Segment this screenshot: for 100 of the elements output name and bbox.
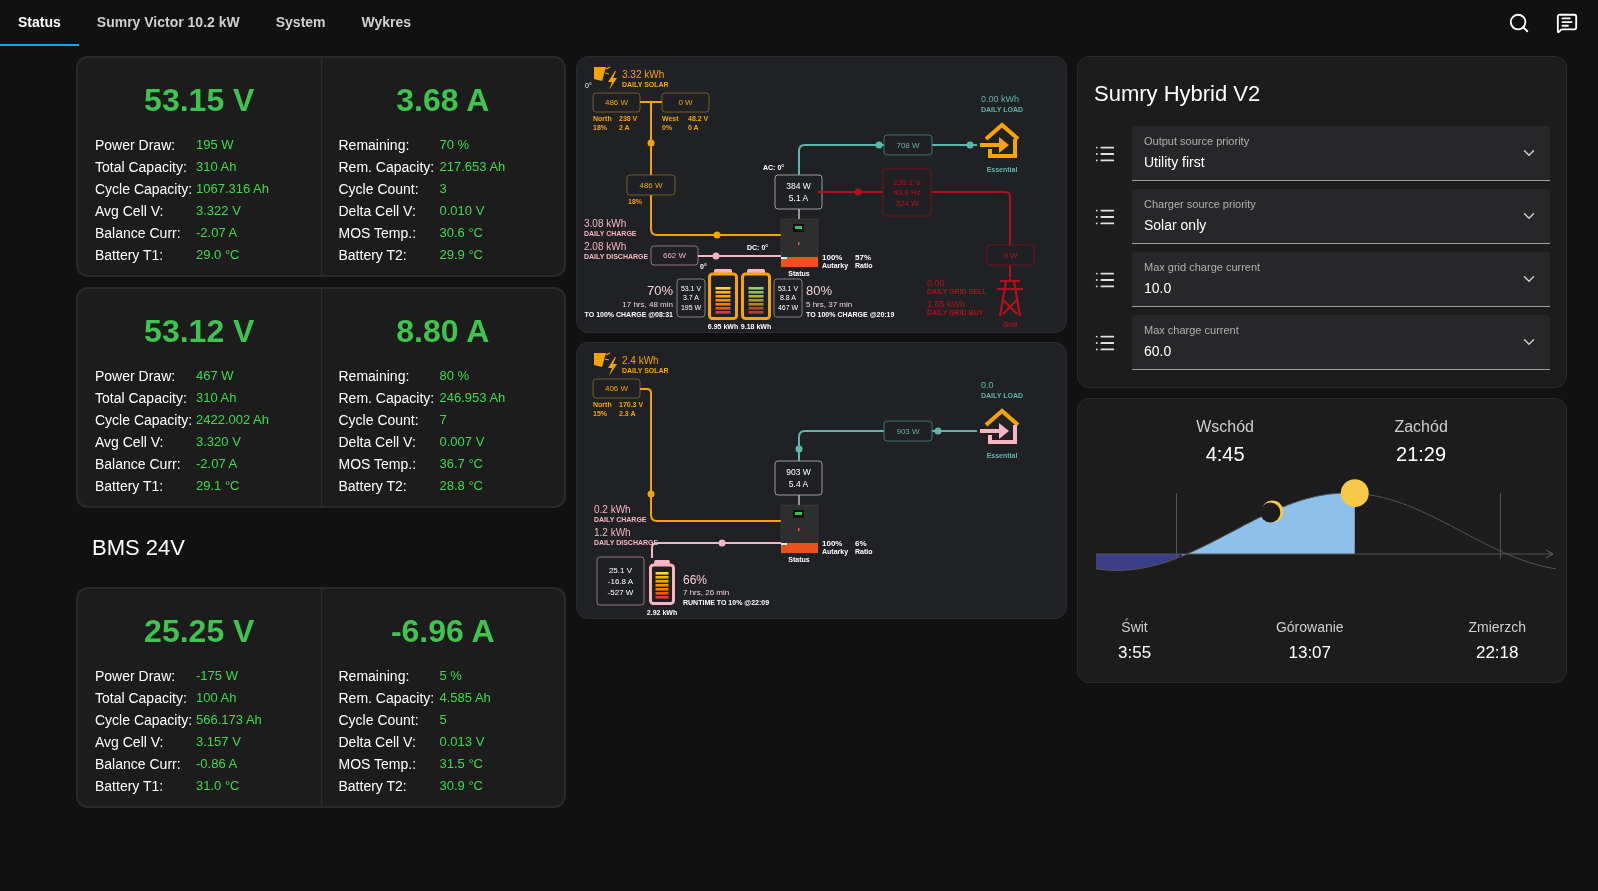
field-value: 30.6 °C (439, 224, 484, 242)
field-value: 3 (439, 180, 448, 198)
field-label: Delta Cell V: (338, 733, 417, 752)
tab[interactable]: Wykres (343, 0, 430, 46)
tab[interactable]: System (257, 0, 344, 46)
select-value: Utility first (1144, 152, 1206, 172)
battery-time: 7 hrs, 26 min (683, 588, 730, 597)
flow-line (798, 208, 800, 220)
field-value: 29.1 °C (196, 477, 241, 495)
solar-total-readout: 486 W (626, 174, 676, 196)
flow-line (817, 191, 884, 193)
sun-event-time: 21:29 (1396, 442, 1447, 467)
field-label: Cycle Count: (338, 711, 420, 730)
tab[interactable]: Status (0, 0, 79, 46)
reading-value: -6.96 A (389, 612, 496, 651)
field-label: Balance Curr: (95, 224, 182, 243)
grid-sell-value: 0.00 (927, 278, 945, 288)
field-value: 30.9 °C (439, 777, 484, 795)
field-label: Rem. Capacity: (338, 389, 436, 408)
sun-event-time: 4:45 (1205, 442, 1245, 467)
field-label: Battery T1: (95, 246, 165, 265)
field-label: MOS Temp.: (338, 224, 418, 243)
field-label: Cycle Count: (338, 411, 420, 430)
field-label: Cycle Capacity: (95, 411, 194, 430)
field-value: 0.013 V (439, 733, 486, 751)
field-value: 100 Ah (196, 689, 238, 707)
solar-power-readout: 406 W (592, 378, 641, 399)
battery-time: 17 hrs, 48 min (622, 300, 673, 309)
field-label: Cycle Capacity: (95, 180, 194, 199)
field-value: 310 Ah (196, 158, 238, 176)
daily-solar-value: 3.32 kWh (622, 69, 665, 80)
field-label: Delta Cell V: (338, 202, 417, 221)
autarky-value: 100% (822, 253, 843, 262)
battery-soc: 70% (646, 283, 673, 298)
field-value: 70 % (439, 136, 471, 154)
sun-event-time: 13:07 (1288, 642, 1332, 664)
select-field[interactable]: Output source priority Utility first (1132, 126, 1550, 181)
inverter-readout: 903 W 5.4 A (774, 460, 823, 496)
battery-power-readout: 662 W (650, 245, 699, 266)
field-label: Remaining: (338, 367, 411, 386)
field-label: Balance Curr: (95, 455, 182, 474)
solar-power-readout: 486 W (592, 92, 641, 113)
reading-value: 3.68 A (395, 81, 491, 120)
field-value: 467 W (196, 367, 235, 385)
select-value: 60.0 (1144, 341, 1173, 361)
flow-dot (647, 490, 655, 498)
field-value: 1067.316 Ah (196, 180, 271, 198)
solar-power-readout: 0 W (661, 92, 710, 113)
field-value: 3.322 V (196, 202, 242, 220)
field-label: Balance Curr: (95, 755, 182, 774)
tab[interactable]: Sumry Victor 10.2 kW (78, 0, 258, 46)
field-label: Battery T1: (95, 477, 165, 496)
field-label: Power Draw: (95, 367, 177, 386)
house-icon (980, 122, 1020, 158)
load-power-readout: 708 W (883, 134, 933, 156)
field-value: 3.157 V (196, 733, 242, 751)
flow-dot (718, 539, 726, 547)
select-label: Max grid charge current (1144, 260, 1262, 276)
ratio-value: 57% (855, 253, 871, 262)
field-value: 195 W (196, 136, 235, 154)
field-label: Total Capacity: (95, 389, 188, 408)
field-label: Rem. Capacity: (338, 158, 436, 177)
sun-event-label: Wschód (1196, 417, 1254, 437)
daily-solar-value: 2.4 kWh (622, 355, 659, 366)
chat-icon[interactable] (1556, 11, 1580, 35)
sun-event-label: Zmierzch (1468, 618, 1526, 637)
select-value: 10.0 (1144, 278, 1173, 298)
field-value: -0.86 A (196, 755, 239, 773)
field-label: MOS Temp.: (338, 455, 418, 474)
select-field[interactable]: Max charge current 60.0 (1132, 315, 1550, 370)
select-field[interactable]: Max grid charge current 10.0 (1132, 252, 1550, 307)
field-label: Battery T1: (95, 777, 165, 796)
reading-value: 53.15 V (143, 81, 256, 120)
autarky-value: 100% (822, 539, 843, 548)
field-label: Cycle Capacity: (95, 711, 194, 730)
load-power-readout: 903 W (883, 420, 933, 442)
card-title: Sumry Hybrid V2 (1093, 80, 1262, 108)
flow-line (798, 494, 800, 506)
field-value: 28.8 °C (439, 477, 484, 495)
reading-value: 53.12 V (143, 312, 256, 351)
sun-event-label: Górowanie (1275, 618, 1344, 637)
select-field[interactable]: Charger source priority Solar only (1132, 189, 1550, 244)
sun-event-time: 22:18 (1475, 642, 1519, 664)
daily-discharge-value: 2.08 kWh (584, 241, 627, 252)
field-value: 31.0 °C (196, 777, 241, 795)
field-label: Avg Cell V: (95, 433, 165, 452)
field-value: 3.320 V (196, 433, 242, 451)
field-label: Remaining: (338, 136, 411, 155)
section-heading: BMS 24V (91, 534, 186, 562)
grid-buy-value: 1.85 kWh (927, 299, 966, 309)
house-icon (980, 408, 1020, 444)
power-pylon-icon (995, 276, 1025, 318)
flow-line (931, 144, 978, 146)
select-label: Output source priority (1144, 134, 1251, 150)
sun-event-time: 3:55 (1118, 642, 1152, 664)
reading-value: 25.25 V (143, 612, 256, 651)
select-value: Solar only (1144, 215, 1208, 235)
solar-panel-icon (594, 352, 617, 376)
field-label: Total Capacity: (95, 689, 188, 708)
battery-readout: 25.1 V -16.8 A -527 W (596, 556, 645, 606)
